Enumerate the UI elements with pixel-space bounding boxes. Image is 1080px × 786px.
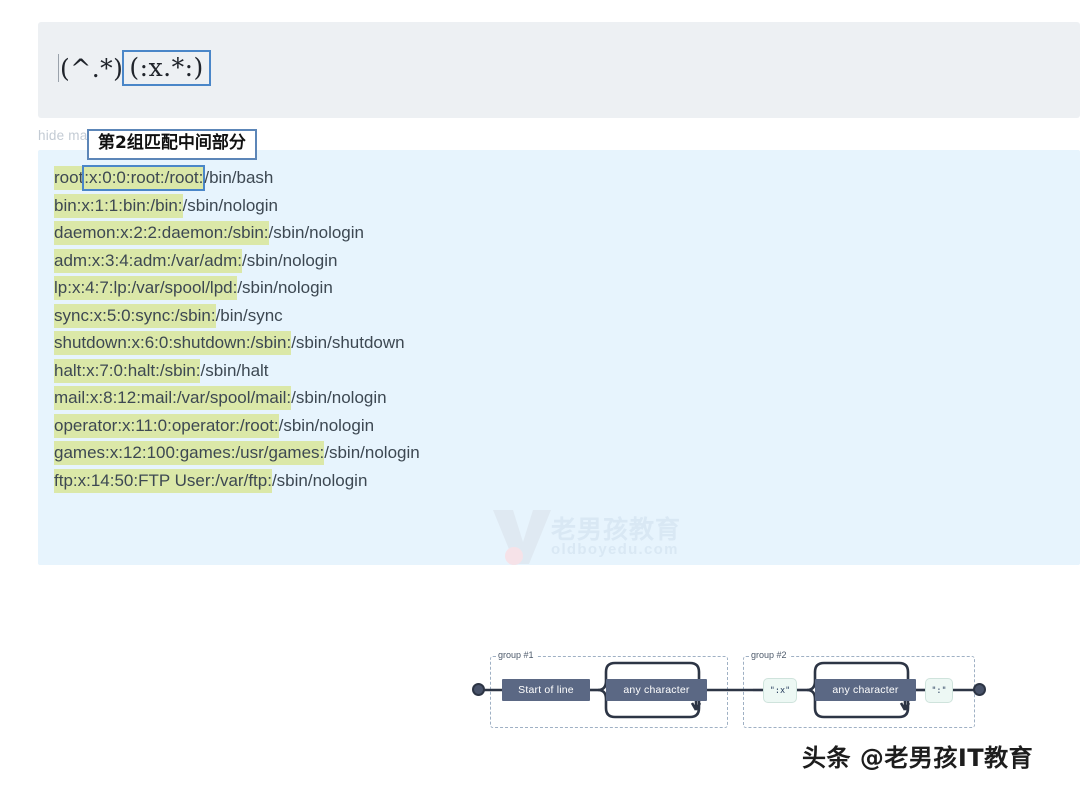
regex-group-1[interactable]: (^.*) [60,52,123,85]
match-highlight: root:x:0:0:root:/root: [54,165,206,191]
unmatched-text: /sbin/nologin [271,470,368,490]
match-highlight: halt:x:7:0:halt:/sbin: [54,358,201,383]
unmatched-text: /sbin/nologin [242,250,338,270]
test-text-line[interactable]: bin:x:1:1:bin:/bin:/sbin/nologin [54,192,420,220]
regex-input-panel[interactable]: (^.*) (:x.*:) [38,22,1080,118]
unmatched-text: /sbin/nologin [278,415,375,435]
unmatched-text: /sbin/nologin [291,388,387,407]
unmatched-text: /sbin/nologin [182,195,278,215]
test-text-line[interactable]: root:x:0:0:root:/root:/bin/bash [54,164,420,192]
match-highlight: bin:x:1:1:bin:/bin: [54,193,183,218]
group2-match-selection[interactable]: :x:0:0:root:/root: [82,165,206,191]
regex-railroad-diagram: group #1 group #2 Start of line any char… [470,632,990,740]
unmatched-text: /bin/bash [204,168,274,187]
diagram-end-endpoint [973,683,986,696]
regex-expression[interactable]: (^.*) (:x.*:) [58,50,211,86]
test-text-lines[interactable]: root:x:0:0:root:/root:/bin/bash bin:x:1:1… [54,164,420,494]
diagram-literal-colon-x: ":x" [763,678,797,703]
watermark: 老男孩教育 oldboyedu.com [493,508,693,565]
match-highlight: shutdown:x:6:0:shutdown:/sbin: [54,331,292,355]
watermark-en-text: oldboyedu.com [551,541,679,558]
unmatched-text: /sbin/nologin [237,278,333,297]
diagram-group-2-label: group #2 [749,650,789,660]
annotation-tooltip: 第2组匹配中间部分 [87,129,257,161]
diagram-node-start-of-line: Start of line [502,679,590,701]
unmatched-text: /sbin/nologin [324,443,420,462]
diagram-group-1-label: group #1 [496,650,536,660]
test-text-panel[interactable]: root:x:0:0:root:/root:/bin/bash bin:x:1:1… [38,150,1080,565]
watermark-logo-icon [493,510,551,565]
match-highlight: operator:x:11:0:operator:/root: [54,413,279,438]
test-text-line[interactable]: sync:x:5:0:sync:/sbin:/bin/sync [54,302,420,330]
watermark-cn-text: 老男孩教育 [551,515,682,544]
page-root: (^.*) (:x.*:) hide matches 第2组匹配中间部分 root… [0,0,1080,786]
match-highlight: games:x:12:100:games:/usr/games: [54,441,325,465]
unmatched-text: /bin/sync [215,305,283,325]
test-text-line[interactable]: operator:x:11:0:operator:/root:/sbin/nol… [54,412,420,440]
match-highlight: sync:x:5:0:sync:/sbin: [54,303,216,328]
test-text-line[interactable]: mail:x:8:12:mail:/var/spool/mail:/sbin/n… [54,384,420,412]
regex-group-2[interactable]: (:x.*:) [122,50,211,86]
test-text-line[interactable]: daemon:x:2:2:daemon:/sbin:/sbin/nologin [54,219,420,247]
match-highlight: ftp:x:14:50:FTP User:/var/ftp: [54,468,272,493]
unmatched-text: /sbin/nologin [268,223,364,242]
diagram-node-any-character-2: any character [815,679,916,701]
test-text-line[interactable]: ftp:x:14:50:FTP User:/var/ftp:/sbin/nolo… [54,467,420,495]
diagram-literal-colon: ":" [925,678,953,703]
test-text-line[interactable]: lp:x:4:7:lp:/var/spool/lpd:/sbin/nologin [54,274,420,302]
test-text-line[interactable]: games:x:12:100:games:/usr/games:/sbin/no… [54,439,420,467]
match-highlight: daemon:x:2:2:daemon:/sbin: [54,221,269,245]
match-highlight: adm:x:3:4:adm:/var/adm: [54,248,243,273]
text-caret [58,54,59,82]
test-text-line[interactable]: shutdown:x:6:0:shutdown:/sbin:/sbin/shut… [54,329,420,357]
footer-handle: 头条 @老男孩IT教育 [802,744,1034,772]
match-highlight: mail:x:8:12:mail:/var/spool/mail: [54,386,292,410]
diagram-start-endpoint [472,683,485,696]
diagram-node-any-character-1: any character [606,679,707,701]
test-text-line[interactable]: halt:x:7:0:halt:/sbin:/sbin/halt [54,357,420,385]
group1-match-text: root [54,168,84,187]
unmatched-text: /sbin/halt [200,360,269,380]
match-highlight: lp:x:4:7:lp:/var/spool/lpd: [54,276,238,300]
unmatched-text: /sbin/shutdown [291,333,405,352]
test-text-line[interactable]: adm:x:3:4:adm:/var/adm:/sbin/nologin [54,247,420,275]
